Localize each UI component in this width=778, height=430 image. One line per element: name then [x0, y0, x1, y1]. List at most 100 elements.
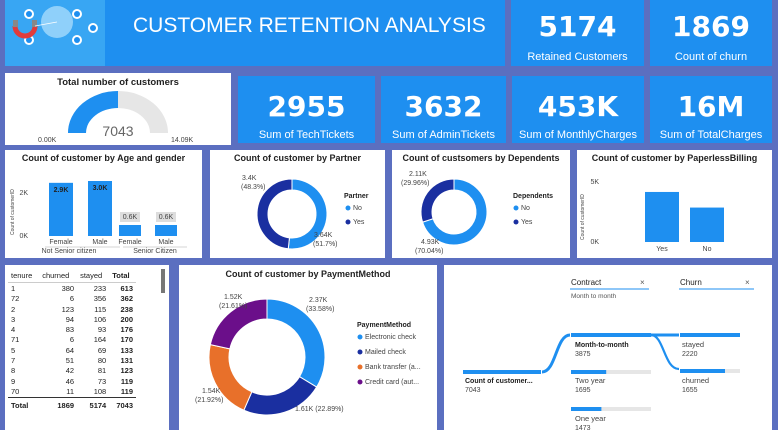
table-cell: 1869	[39, 396, 78, 411]
slice-label: 1.52K	[224, 294, 243, 301]
table-header: tenure churned stayed Total	[8, 270, 136, 284]
x-tick: Male	[92, 239, 107, 246]
legend-dot	[357, 379, 363, 385]
gauge-value: 7043	[102, 123, 133, 139]
table-cell: 1	[11, 283, 16, 293]
kpi-value: 5174	[538, 10, 617, 43]
table-cell: 3	[11, 314, 16, 324]
tenure-table[interactable]: tenure churned stayed Total 1 380 233 613 72 6 356…	[5, 265, 169, 430]
table-cell: 5	[11, 345, 16, 355]
y-axis-label: Count of customerID	[580, 194, 586, 240]
table-total-row: Total 1869 5174 7043	[8, 396, 136, 411]
payment-chart[interactable]: Count of customer by PaymentMethod 2.37K…	[179, 265, 437, 430]
table-row[interactable]: 2 123 115 238	[8, 304, 136, 314]
legend-dot	[357, 364, 363, 370]
scrollbar[interactable]	[161, 269, 165, 293]
table-cell: 73	[97, 376, 107, 386]
slice-pct: (70.04%)	[415, 248, 443, 255]
table-cell: 233	[93, 283, 107, 293]
age-gender-chart[interactable]: Count of customer by Age and gender Coun…	[5, 150, 202, 258]
connector	[650, 333, 680, 371]
table-row[interactable]: 7 51 80 131	[8, 355, 136, 365]
contract-item-value: 3875	[575, 351, 591, 358]
table-cell: 4	[11, 325, 16, 335]
table-cell: 69	[97, 345, 107, 355]
column-header[interactable]: tenure	[8, 270, 40, 284]
donut	[208, 298, 326, 416]
table-row[interactable]: 5 64 69 133	[8, 345, 136, 355]
slice-label: 4.93K	[421, 239, 440, 246]
contract-item-label: Month-to-month	[575, 342, 629, 349]
table-cell: 11	[66, 386, 75, 396]
table-cell: 42	[65, 366, 75, 376]
legend-label: No	[353, 205, 362, 212]
table-row[interactable]: 4 83 93 176	[8, 324, 136, 334]
churn-bar	[680, 369, 725, 373]
kpi-techtickets: 2955 Sum of TechTickets	[238, 76, 375, 143]
gauge-card[interactable]: Total number of customers 7043 0.00K 14.…	[5, 73, 231, 145]
magnet-icon	[5, 0, 105, 66]
column-header[interactable]: Total	[109, 270, 136, 284]
churn-item-label: churned	[682, 376, 709, 385]
group-label: Not Senior citizen	[42, 248, 97, 255]
x-tick: Male	[158, 239, 173, 246]
churn-item-label: stayed	[682, 340, 704, 349]
data-label: 0.6K	[159, 214, 174, 221]
donut	[420, 178, 488, 246]
table-cell: 83	[65, 325, 75, 335]
kpi-retained: 5174 Retained Customers	[511, 0, 644, 66]
decomposition-tree[interactable]: Contract × Month to month Churn × Count …	[444, 265, 772, 430]
contract-item-label: One year	[575, 414, 606, 423]
legend-dot	[345, 219, 351, 225]
table-row[interactable]: 70 11 108 119	[8, 386, 136, 397]
table-cell: 131	[120, 356, 133, 366]
table-cell: 133	[120, 345, 133, 355]
table-cell: 46	[65, 376, 75, 386]
table-cell: 380	[61, 283, 75, 293]
table-cell: 80	[97, 356, 107, 366]
table-row[interactable]: 71 6 164 170	[8, 335, 136, 345]
header-logo	[5, 0, 105, 66]
bar	[690, 207, 724, 242]
dependents-chart[interactable]: Count of custsomers by Dependents 2.11K …	[392, 150, 570, 258]
kpi-label: Retained Customers	[527, 51, 628, 63]
slice-pct: (21.92%)	[195, 397, 223, 404]
column-header[interactable]: churned	[39, 270, 78, 284]
paperless-chart[interactable]: Count of customer by PaperlessBilling Co…	[577, 150, 772, 258]
gauge-max: 14.09K	[171, 137, 194, 144]
table-cell: 176	[120, 325, 133, 335]
data-label: 0.6K	[123, 214, 138, 221]
legend-dot	[513, 219, 519, 225]
column-header[interactable]: stayed	[77, 270, 110, 284]
table-cell: 70	[11, 386, 20, 396]
kpi-value: 16M	[677, 90, 745, 123]
legend-title: Partner	[344, 193, 369, 200]
table-row[interactable]: 3 94 106 200	[8, 314, 136, 324]
kpi-label: Sum of TotalCharges	[659, 129, 763, 141]
table-cell: 6	[69, 335, 75, 345]
close-icon: ×	[745, 278, 750, 287]
x-tick: Female	[49, 239, 72, 246]
table-cell: Total	[8, 396, 40, 411]
legend-label: Credit card (aut...	[365, 379, 419, 386]
kpi-value: 1869	[672, 10, 750, 43]
slice-pct: (51.7%)	[313, 241, 338, 248]
kpi-label: Sum of MonthlyCharges	[519, 129, 637, 141]
table-cell: 613	[120, 283, 133, 293]
contract-header: Contract	[571, 278, 602, 287]
y-tick: 0K	[19, 233, 28, 240]
header-banner: CUSTOMER RETENTION ANALYSIS	[105, 0, 505, 66]
group-label: Senior Citizen	[133, 248, 177, 255]
table-row[interactable]: 72 6 356 362	[8, 294, 136, 304]
table-cell: 7043	[109, 396, 136, 411]
kpi-monthlycharges: 453K Sum of MonthlyCharges	[512, 76, 644, 143]
legend-dot	[357, 349, 363, 355]
connector	[541, 333, 571, 374]
table-row[interactable]: 1 380 233 613	[8, 283, 136, 294]
churn-header: Churn	[680, 278, 702, 287]
table-cell: 5174	[77, 396, 110, 411]
table-row[interactable]: 8 42 81 123	[8, 366, 136, 376]
close-icon: ×	[640, 278, 645, 287]
table-row[interactable]: 9 46 73 119	[8, 376, 136, 386]
partner-chart[interactable]: Count of customer by Partner 3.4K (48.3%…	[210, 150, 385, 258]
